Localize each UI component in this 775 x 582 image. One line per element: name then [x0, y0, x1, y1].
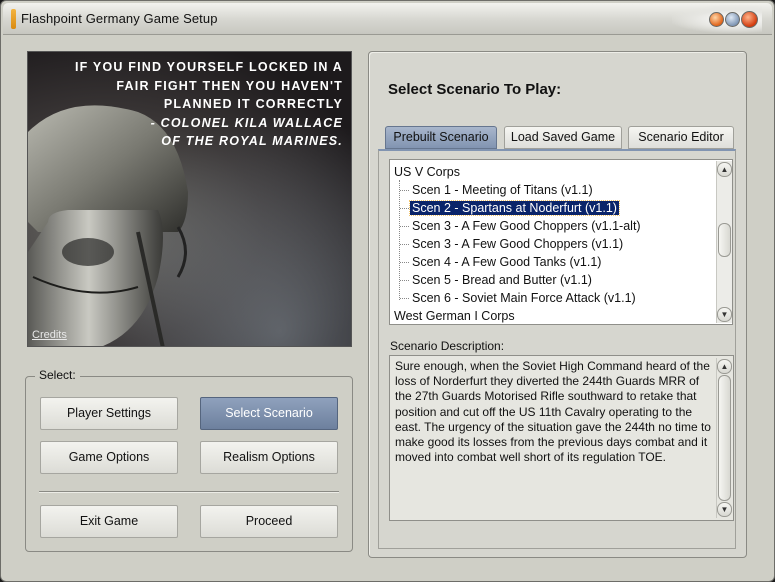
tree-connector — [399, 180, 400, 300]
select-group-label: Select: — [35, 368, 80, 382]
quote-attribution-2: of the Royal Marines. — [161, 134, 343, 148]
scroll-down-icon[interactable]: ▼ — [717, 307, 732, 322]
tree-group-west-german-i-corps[interactable]: West German I Corps — [392, 307, 517, 324]
scenario-description-text: Sure enough, when the Soviet High Comman… — [395, 359, 711, 465]
scenario-label: Scen 6 - Soviet Main Force Attack (v1.1) — [412, 291, 636, 305]
credits-link[interactable]: Credits — [32, 329, 67, 341]
proceed-button[interactable]: Proceed — [200, 505, 338, 538]
poster-quote: If you find yourself locked in a fair fi… — [43, 58, 343, 151]
close-button[interactable] — [741, 11, 758, 28]
tree-branch — [400, 280, 409, 281]
tree-item-scenario[interactable]: Scen 3 - A Few Good Choppers (v1.1) — [410, 235, 625, 253]
quote-line-3: planned it correctly — [163, 97, 343, 111]
game-setup-window: Flashpoint Germany Game Setup IF YOU FIN… — [0, 0, 775, 582]
scenario-label: Scen 1 - Meeting of Titans (v1.1) — [412, 183, 593, 197]
tree-group-label: West German I Corps — [394, 309, 515, 323]
quote-attribution-1: - Colonel Kila Wallace — [150, 115, 343, 130]
title-bar[interactable]: Flashpoint Germany Game Setup — [3, 3, 772, 35]
tree-item-scenario-selected[interactable]: Scen 2 - Spartans at Noderfurt (v1.1) — [409, 199, 620, 217]
scenario-description-label: Scenario Description: — [390, 339, 505, 353]
scenario-tree[interactable]: US V Corps Scen 1 - Meeting of Titans (v… — [389, 159, 733, 325]
tree-item-scenario[interactable]: Scen 6 - Soviet Main Force Attack (v1.1) — [410, 289, 638, 307]
player-settings-button[interactable]: Player Settings — [40, 397, 178, 430]
scenario-label: Scen 3 - A Few Good Choppers (v1.1) — [412, 237, 624, 251]
scenario-label: Scen 5 - Bread and Butter (v1.1) — [412, 273, 592, 287]
quote-poster-image: If you find yourself locked in a fair fi… — [27, 51, 352, 347]
maximize-button[interactable] — [725, 12, 740, 27]
tree-branch — [400, 244, 409, 245]
scenario-panel-title: Select Scenario To Play: — [388, 81, 562, 98]
scrollbar-thumb[interactable] — [718, 375, 731, 501]
title-accent-bar — [11, 9, 16, 29]
scroll-up-icon[interactable]: ▲ — [717, 359, 732, 374]
exit-game-button[interactable]: Exit Game — [40, 505, 178, 538]
game-options-button[interactable]: Game Options — [40, 441, 178, 474]
realism-options-button[interactable]: Realism Options — [200, 441, 338, 474]
group-divider — [39, 491, 339, 493]
tree-item-scenario[interactable]: Scen 4 - A Few Good Tanks (v1.1) — [410, 253, 603, 271]
tab-scenario-editor[interactable]: Scenario Editor — [628, 126, 734, 149]
tree-item-scenario[interactable]: Scen 1 - Meeting of Titans (v1.1) — [410, 181, 595, 199]
scroll-down-icon[interactable]: ▼ — [717, 502, 732, 517]
tab-prebuilt-scenario[interactable]: Prebuilt Scenario — [385, 126, 497, 149]
quote-line-1: If you find yourself locked in a — [74, 60, 343, 74]
tree-branch — [400, 226, 409, 227]
window-title: Flashpoint Germany Game Setup — [21, 11, 218, 26]
tree-group-us-v-corps[interactable]: US V Corps — [392, 163, 462, 181]
scenario-list-scrollbar[interactable]: ▲ ▼ — [716, 161, 732, 323]
tree-branch — [400, 208, 409, 209]
scenario-label: Scen 2 - Spartans at Noderfurt (v1.1) — [409, 200, 620, 216]
select-scenario-button[interactable]: Select Scenario — [200, 397, 338, 430]
tab-load-saved-game[interactable]: Load Saved Game — [504, 126, 622, 149]
scenario-label: Scen 4 - A Few Good Tanks (v1.1) — [412, 255, 602, 269]
quote-line-2: fair fight then you haven't — [116, 78, 343, 93]
tree-group-label: US V Corps — [394, 165, 460, 179]
scenario-label: Scen 3 - A Few Good Choppers (v1.1-alt) — [412, 219, 641, 233]
tree-item-scenario[interactable]: Scen 5 - Bread and Butter (v1.1) — [410, 271, 594, 289]
tree-branch — [400, 190, 409, 191]
scroll-up-icon[interactable]: ▲ — [717, 162, 732, 177]
minimize-button[interactable] — [709, 12, 724, 27]
tree-branch — [400, 298, 409, 299]
tree-branch — [400, 262, 409, 263]
description-scrollbar[interactable]: ▲ ▼ — [716, 358, 732, 518]
tree-item-scenario[interactable]: Scen 3 - A Few Good Choppers (v1.1-alt) — [410, 217, 643, 235]
scrollbar-thumb[interactable] — [718, 223, 731, 257]
